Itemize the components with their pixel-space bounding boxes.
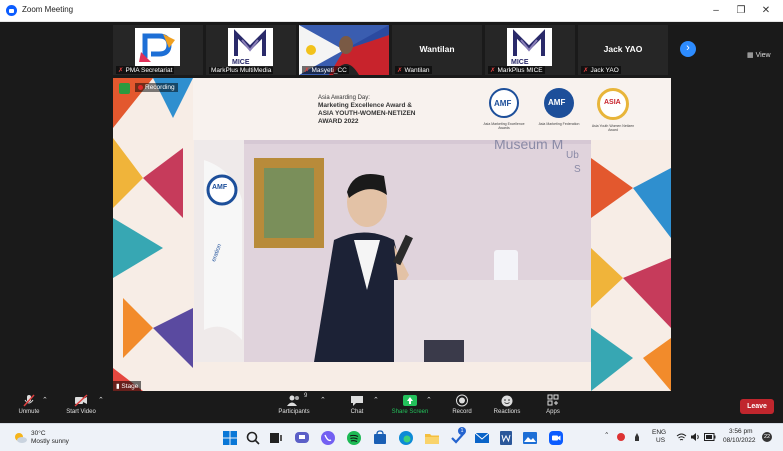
participant-name: ✗ MarkPlus MICE <box>488 66 545 74</box>
windows-taskbar: 30°C Mostly sunny 1 ⌃ ENG US 3:56 pm 08/… <box>0 423 783 451</box>
asia-award-logo-caption: Asia Youth Women Netizen Award <box>591 124 635 132</box>
partly-sunny-icon <box>15 433 27 443</box>
main-video-stage: Asia Awarding Day: Marketing Excellence … <box>113 78 671 391</box>
volume-icon[interactable] <box>690 432 701 442</box>
participant-big-name: Jack YAO <box>603 44 643 54</box>
audio-options-caret[interactable]: ⌃ <box>42 396 48 404</box>
share-screen-icon <box>403 395 417 406</box>
weather-condition: Mostly sunny <box>31 438 69 445</box>
flag-text: AMF <box>212 184 228 191</box>
mic-muted-icon: ✗ <box>397 67 403 74</box>
encryption-shield-icon[interactable] <box>119 83 130 94</box>
language-indicator[interactable]: ENG <box>652 429 666 436</box>
participant-big-name: Wantilan <box>419 44 455 54</box>
mice-logo-text: MICE <box>511 59 529 66</box>
participant-tile[interactable]: Wantilan ✗ Wantilan <box>392 25 482 75</box>
mic-muted-icon: ✗ <box>118 67 124 74</box>
leave-button[interactable]: Leave <box>740 399 774 414</box>
backdrop-text: Museum M <box>494 140 564 152</box>
event-banner: Asia Awarding Day: Marketing Excellence … <box>193 78 671 140</box>
search-icon[interactable] <box>245 430 261 446</box>
teams-chat-icon[interactable] <box>294 430 310 446</box>
participant-tile[interactable]: ✗ PMA Secretariat <box>113 25 203 75</box>
participant-name: ✗ Jack YAO <box>581 66 621 74</box>
mic-muted-icon: ✗ <box>490 67 496 74</box>
video-options-caret[interactable]: ⌃ <box>98 396 104 404</box>
participant-tile[interactable]: ✗ Masyeti_CC <box>299 25 389 75</box>
security-icon[interactable] <box>616 432 626 442</box>
participant-tile[interactable]: MICE ✗ MarkPlus MICE <box>485 25 575 75</box>
participants-button[interactable]: 9 Participants <box>268 393 320 422</box>
windows-start-icon[interactable] <box>222 430 238 446</box>
notification-badge: 1 <box>458 427 466 435</box>
chat-icon <box>351 396 363 406</box>
next-page-button[interactable]: › <box>680 41 696 57</box>
stage-label: ▮ Stage <box>113 381 142 391</box>
weather-temperature: 30°C <box>31 430 46 437</box>
participant-name: ✗ PMA Secretariat <box>116 66 175 74</box>
clock-time[interactable]: 3:56 pm <box>729 428 753 435</box>
speaker-video: Museum M Ub S AMF eration <box>194 140 591 362</box>
banner-text: Asia Awarding Day: Marketing Excellence … <box>318 95 416 125</box>
reactions-button[interactable]: Reactions <box>481 394 533 422</box>
spotify-icon[interactable] <box>346 430 362 446</box>
mic-muted-icon: ✗ <box>304 67 310 74</box>
participant-tile[interactable]: MICE MarkPlus MultiMedia <box>206 25 296 75</box>
mice-logo-text: MICE <box>232 59 250 66</box>
file-explorer-icon[interactable] <box>424 430 440 446</box>
edge-icon[interactable] <box>398 430 414 446</box>
backdrop-subtext: S <box>574 164 581 175</box>
zoom-taskbar-icon[interactable] <box>548 430 564 446</box>
close-button[interactable]: ✕ <box>756 3 776 19</box>
region-indicator[interactable]: US <box>656 437 665 444</box>
participant-gallery: ✗ PMA Secretariat MICE MarkPlus MultiMedi… <box>0 22 783 77</box>
participant-name: ✗ Masyeti_CC <box>302 66 349 74</box>
share-options-caret[interactable]: ⌃ <box>426 396 432 404</box>
task-view-icon[interactable] <box>268 430 284 446</box>
photos-icon[interactable] <box>522 430 538 446</box>
chat-options-caret[interactable]: ⌃ <box>373 396 379 404</box>
reactions-icon <box>501 395 513 407</box>
recording-indicator[interactable]: Recording <box>135 83 178 92</box>
arma-logo-caption: Asia Marketing Excellence Awards <box>483 122 525 130</box>
zoom-app-icon <box>6 5 17 16</box>
apps-button[interactable]: Apps <box>527 394 579 422</box>
show-hidden-icons-caret[interactable]: ⌃ <box>604 431 609 439</box>
mic-muted-icon: ✗ <box>583 67 589 74</box>
maximize-button[interactable]: ❐ <box>731 3 751 19</box>
backdrop-subtext: Ub <box>566 150 579 161</box>
asia-award-logo-icon: ASIA <box>597 88 629 120</box>
amf-logo-icon: AMF <box>544 88 574 118</box>
mic-muted-icon <box>23 394 35 407</box>
arma-logo-icon: AMF <box>489 88 519 118</box>
title-bar: Zoom Meeting – ❐ ✕ <box>0 0 783 22</box>
video-off-icon <box>74 394 88 407</box>
window-title: Zoom Meeting <box>22 5 74 14</box>
viber-icon[interactable] <box>320 430 336 446</box>
mail-icon[interactable] <box>474 430 490 446</box>
notification-center-badge[interactable]: 22 <box>762 432 772 442</box>
minimize-button[interactable]: – <box>706 3 726 19</box>
word-icon[interactable] <box>498 430 514 446</box>
record-icon <box>456 394 468 407</box>
speaker-scene <box>194 140 591 362</box>
grid-icon: ▦ <box>747 52 756 59</box>
participants-options-caret[interactable]: ⌃ <box>320 396 326 404</box>
clock-date[interactable]: 08/10/2022 <box>723 437 756 444</box>
participant-name: MarkPlus MultiMedia <box>209 67 274 74</box>
participant-count: 9 <box>304 393 308 399</box>
apps-icon <box>547 394 559 406</box>
participant-name: ✗ Wantilan <box>395 66 432 74</box>
pma-logo-icon <box>135 28 180 66</box>
view-button[interactable]: ▦ View <box>747 51 771 59</box>
participant-tile[interactable]: Jack YAO ✗ Jack YAO <box>578 25 668 75</box>
store-icon[interactable] <box>372 430 388 446</box>
amf-logo-caption: Asia Marketing Federation <box>538 122 580 126</box>
meeting-toolbar: Unmute ⌃ Start Video ⌃ 9 Participants ⌃ … <box>0 391 783 423</box>
wifi-icon[interactable] <box>676 432 687 442</box>
participants-icon <box>287 395 299 406</box>
battery-icon[interactable] <box>704 433 716 441</box>
pen-icon[interactable] <box>632 432 642 442</box>
